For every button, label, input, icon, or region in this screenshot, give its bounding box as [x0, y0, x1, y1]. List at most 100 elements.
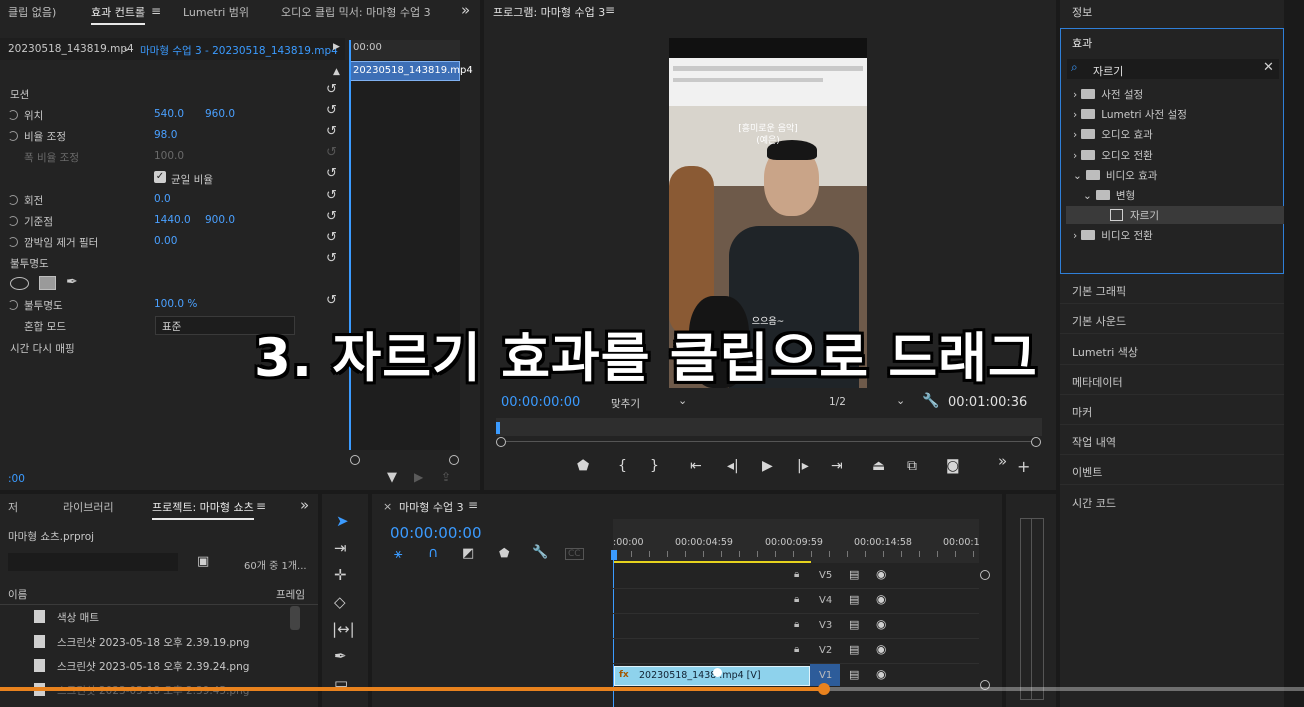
- reset-icon[interactable]: ↺: [326, 209, 337, 224]
- tree-item-audio-transitions[interactable]: › 오디오 전환: [1073, 148, 1153, 163]
- ripple-edit-tool-icon[interactable]: ✛: [334, 566, 347, 584]
- timeline-clip-v1[interactable]: fx 20230518_1438 .mp4 [V]: [614, 666, 810, 686]
- more-panels-icon[interactable]: »: [300, 496, 309, 514]
- lock-icon[interactable]: 🔒︎: [794, 619, 799, 630]
- reset-icon[interactable]: ↺: [326, 230, 337, 245]
- stopwatch-icon[interactable]: [8, 237, 18, 247]
- reset-icon[interactable]: ↺: [326, 124, 337, 139]
- play-icon[interactable]: ▶: [762, 458, 773, 474]
- reset-icon[interactable]: ↺: [326, 82, 337, 97]
- tab-libraries[interactable]: 라이브러리: [63, 499, 114, 515]
- work-area-bar[interactable]: [613, 561, 811, 563]
- slip-tool-icon[interactable]: |↔|: [332, 620, 355, 638]
- step-back-icon[interactable]: ◂|: [727, 458, 739, 474]
- sync-lock-icon[interactable]: ▤: [849, 643, 859, 656]
- tree-item-presets[interactable]: › 사전 설정: [1073, 87, 1143, 102]
- zoom-handle-right[interactable]: [1031, 437, 1041, 447]
- source-clip-name[interactable]: 20230518_143819.mp4: [8, 43, 134, 55]
- lock-icon[interactable]: 🔒︎: [794, 644, 799, 655]
- wrench-icon[interactable]: 🔧: [922, 393, 939, 409]
- sync-lock-icon[interactable]: ▤: [849, 568, 859, 581]
- panel-markers[interactable]: 마커: [1072, 404, 1092, 420]
- reset-icon[interactable]: ↺: [326, 103, 337, 118]
- tree-item-video-transitions[interactable]: › 비디오 전환: [1073, 228, 1153, 243]
- tab-no-clip[interactable]: 클립 없음): [8, 4, 56, 20]
- linked-selection-icon[interactable]: ◩: [462, 546, 474, 561]
- opacity-header[interactable]: 불투명도: [10, 256, 49, 271]
- anchor-x-value[interactable]: 1440.0: [154, 214, 191, 226]
- quality-select[interactable]: 1/2 ⌄: [826, 394, 908, 411]
- rotation-value[interactable]: 0.0: [154, 193, 171, 205]
- sync-lock-icon[interactable]: ▤: [849, 618, 859, 631]
- camera-icon[interactable]: ◙: [946, 458, 960, 474]
- sequence-clip-name[interactable]: 마마형 수업 3 - 20230518_143819.mp4: [140, 43, 338, 58]
- tab-effect-controls[interactable]: 효과 컨트롤: [91, 4, 146, 25]
- scroll-handle-left[interactable]: [350, 455, 360, 465]
- panel-essential-sound[interactable]: 기본 사운드: [1072, 313, 1126, 329]
- menu-icon[interactable]: ≡: [256, 499, 266, 513]
- tab-media-browser[interactable]: 저: [8, 499, 18, 515]
- opacity-value[interactable]: 100.0 %: [154, 298, 197, 310]
- tree-item-crop[interactable]: 자르기: [1110, 208, 1159, 223]
- close-icon[interactable]: ×: [383, 500, 392, 513]
- tree-item-crop-highlight[interactable]: [1066, 206, 1284, 224]
- video-progress-bar[interactable]: [0, 687, 1304, 691]
- program-scrubber[interactable]: [496, 418, 1042, 436]
- rectangle-mask-icon[interactable]: [39, 276, 56, 290]
- mini-clip[interactable]: 20230518_143819.mp4: [349, 61, 473, 81]
- reset-icon[interactable]: ↺: [326, 166, 337, 181]
- effect-controls-timecode[interactable]: :00: [8, 473, 25, 485]
- eye-icon[interactable]: ◉: [876, 592, 886, 606]
- stopwatch-icon[interactable]: [8, 131, 18, 141]
- go-to-in-icon[interactable]: ⇤: [690, 458, 702, 474]
- reset-icon[interactable]: ↺: [326, 188, 337, 203]
- pen-tool-icon[interactable]: ✒: [334, 647, 347, 665]
- reset-icon[interactable]: ↺: [326, 251, 337, 266]
- tab-project[interactable]: 프로젝트: 마마형 쇼츠: [152, 499, 254, 520]
- selection-tool-icon[interactable]: ➤: [336, 512, 349, 530]
- reset-icon[interactable]: ↺: [326, 293, 337, 308]
- program-title[interactable]: 프로그램: 마마형 수업 3: [493, 4, 605, 20]
- mark-out-icon[interactable]: }: [650, 458, 659, 474]
- timeline-timecode[interactable]: 00:00:00:00: [390, 524, 482, 542]
- time-remap-header[interactable]: 시간 다시 매핑: [10, 341, 75, 356]
- sync-lock-icon[interactable]: ▤: [849, 668, 859, 681]
- info-tab[interactable]: 정보: [1072, 4, 1092, 20]
- tree-item-audio-effects[interactable]: › 오디오 효과: [1073, 127, 1153, 142]
- list-item[interactable]: 색상 매트: [34, 610, 99, 625]
- pen-mask-icon[interactable]: ✒: [66, 274, 78, 290]
- track-select-tool-icon[interactable]: ⇥: [334, 539, 347, 557]
- anchor-y-value[interactable]: 900.0: [205, 214, 235, 226]
- lock-icon[interactable]: 🔒︎: [794, 594, 799, 605]
- stopwatch-icon[interactable]: [8, 216, 18, 226]
- more-panels-icon[interactable]: »: [461, 1, 470, 19]
- panel-lumetri-color[interactable]: Lumetri 색상: [1072, 344, 1138, 360]
- wrench-icon[interactable]: 🔧: [532, 545, 548, 560]
- tree-item-video-effects[interactable]: ⌄ 비디오 효과: [1073, 168, 1157, 183]
- scroll-handle-top[interactable]: [980, 570, 990, 580]
- panel-history[interactable]: 작업 내역: [1072, 434, 1116, 450]
- sync-lock-icon[interactable]: ▤: [849, 593, 859, 606]
- menu-icon[interactable]: ≡: [605, 3, 615, 17]
- nest-icon[interactable]: ⚹: [394, 546, 402, 562]
- position-y-value[interactable]: 960.0: [205, 108, 235, 120]
- tree-item-lumetri-presets[interactable]: › Lumetri 사전 설정: [1073, 107, 1187, 122]
- lock-icon[interactable]: 🔒︎: [794, 569, 799, 580]
- timeline-playhead-head[interactable]: [611, 550, 617, 560]
- column-frame[interactable]: 프레임: [276, 587, 305, 602]
- timeline-title[interactable]: 마마형 수업 3: [399, 499, 464, 515]
- uniform-scale-checkbox[interactable]: ✓: [154, 171, 166, 183]
- play-icon[interactable]: ▶: [333, 42, 340, 52]
- tab-lumetri-scopes[interactable]: Lumetri 범위: [183, 4, 249, 20]
- effects-search-input[interactable]: ⌕ 자르기 ✕: [1067, 59, 1279, 79]
- stopwatch-icon[interactable]: [8, 300, 18, 310]
- clear-search-icon[interactable]: ✕: [1263, 60, 1274, 75]
- panel-metadata[interactable]: 메타데이터: [1072, 374, 1123, 390]
- ellipse-mask-icon[interactable]: [10, 277, 29, 290]
- tab-audio-clip-mixer[interactable]: 오디오 클립 믹서: 마마형 수업 3: [281, 4, 431, 20]
- position-x-value[interactable]: 540.0: [154, 108, 184, 120]
- timeline-ruler[interactable]: :00:00 00:00:04:59 00:00:09:59 00:00:14:…: [613, 519, 980, 563]
- eye-icon[interactable]: ◉: [876, 642, 886, 656]
- column-name[interactable]: 이름: [8, 587, 27, 602]
- chevron-down-icon[interactable]: ⌄: [122, 41, 131, 54]
